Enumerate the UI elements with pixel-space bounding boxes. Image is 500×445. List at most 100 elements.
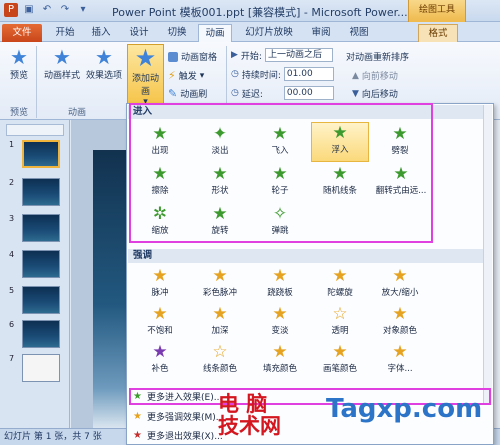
more-entrance-effects[interactable]: ★ 更多进入效果(E)... <box>133 390 222 403</box>
tab-slideshow[interactable]: 幻灯片放映 <box>240 24 298 42</box>
effect-desaturate[interactable]: ★ 不饱和 <box>133 304 187 340</box>
effect-wipe[interactable]: ★ 擦除 <box>133 164 187 200</box>
slide-preview <box>22 178 60 206</box>
effect-darken[interactable]: ★ 加深 <box>193 304 247 340</box>
effect-object-color[interactable]: ★ 对象颜色 <box>373 304 427 340</box>
watermark-logo: 电 脑 技术网 <box>218 393 281 437</box>
effect-brush-color[interactable]: ★ 画笔颜色 <box>313 342 367 378</box>
more-emphasis-effects[interactable]: ★ 更多强调效果(M)... <box>133 410 224 423</box>
trigger-button[interactable]: ⚡ 触发 ▾ <box>168 69 204 82</box>
effect-transparency[interactable]: ☆ 透明 <box>313 304 367 340</box>
effect-options-button[interactable]: ★ 效果选项 <box>84 46 124 81</box>
customize-qat-icon[interactable]: ▾ <box>76 3 90 17</box>
star-icon: ★ <box>152 342 168 362</box>
duration-label: 持续时间: <box>241 70 281 81</box>
effect-font-color[interactable]: ★ 字体... <box>373 342 427 378</box>
animation-style-label: 动画样式 <box>43 71 80 81</box>
effect-label: 翻转式由远... <box>375 186 427 196</box>
slide-preview <box>22 320 60 348</box>
effect-label: 放大/缩小 <box>381 288 419 298</box>
effect-bounce[interactable]: ✧ 弹跳 <box>253 204 307 240</box>
tab-file[interactable]: 文件 <box>2 24 42 42</box>
divider <box>36 46 37 118</box>
effect-fade[interactable]: ✦ 淡出 <box>193 124 247 160</box>
slide-thumbnail[interactable]: 3 <box>6 214 64 244</box>
slide-thumbnail[interactable]: 7 <box>6 354 64 384</box>
effect-label: 轮子 <box>271 186 289 196</box>
effect-fill-color[interactable]: ★ 填充颜色 <box>253 342 307 378</box>
slide-thumbnail[interactable]: 2 <box>6 178 64 208</box>
slide-thumbnail[interactable]: 5 <box>6 286 64 316</box>
clock-icon: ◷ <box>231 88 239 98</box>
effect-wheel[interactable]: ★ 轮子 <box>253 164 307 200</box>
animation-style-button[interactable]: ★ 动画样式 <box>42 46 82 81</box>
effect-grow-shrink[interactable]: ★ 放大/缩小 <box>373 266 427 302</box>
effect-shape[interactable]: ★ 形状 <box>193 164 247 200</box>
effect-spin[interactable]: ★ 陀螺旋 <box>313 266 367 302</box>
slide-number: 1 <box>9 140 15 149</box>
move-later-label: 向后移动 <box>361 90 398 100</box>
save-icon[interactable]: ▣ <box>22 3 36 17</box>
effect-line-color[interactable]: ☆ 线条颜色 <box>193 342 247 378</box>
star-icon: ★ <box>392 266 408 286</box>
slide-thumbnail[interactable]: 1 <box>6 140 64 170</box>
effect-split[interactable]: ★ 劈裂 <box>373 124 427 160</box>
effect-teeter[interactable]: ★ 跷跷板 <box>253 266 307 302</box>
start-select[interactable]: 上一动画之后 <box>264 48 333 62</box>
delay-input[interactable]: 00.00 <box>283 86 334 100</box>
group-label-preview: 预览 <box>10 108 29 118</box>
slide-thumbnail[interactable]: 4 <box>6 250 64 280</box>
effect-label: 出现 <box>151 146 169 156</box>
add-animation-button[interactable]: ★ 添加动画 ▾ <box>127 44 164 107</box>
undo-icon[interactable]: ↶ <box>40 3 54 17</box>
slide-preview <box>22 140 60 168</box>
star-icon: ★ <box>393 164 409 184</box>
redo-icon[interactable]: ↷ <box>58 3 72 17</box>
slide-thumbnail[interactable]: 6 <box>6 320 64 350</box>
tab-design[interactable]: 设计 <box>124 24 154 42</box>
preview-button[interactable]: ★ 预览 <box>6 46 32 81</box>
lightning-icon: ⚡ <box>168 69 176 82</box>
effect-pulse[interactable]: ★ 脉冲 <box>133 266 187 302</box>
tab-animations[interactable]: 动画 <box>198 24 232 42</box>
slide-number: 5 <box>9 286 15 295</box>
effect-zoom[interactable]: ✲ 缩放 <box>133 204 187 240</box>
slides-outline-tabs[interactable] <box>6 124 64 136</box>
effect-grow-turn[interactable]: ★ 翻转式由远... <box>371 164 431 200</box>
star-icon: ★ <box>133 430 142 441</box>
star-icon: ★ <box>212 164 228 184</box>
tab-insert[interactable]: 插入 <box>86 24 116 42</box>
star-icon: ★ <box>152 304 168 324</box>
slide-number: 6 <box>9 320 15 329</box>
animation-painter-button[interactable]: ✎ 动画刷 <box>168 87 207 100</box>
move-later-button[interactable]: ▼ 向后移动 <box>352 87 398 101</box>
effect-color-pulse[interactable]: ★ 彩色脉冲 <box>193 266 247 302</box>
effect-swivel[interactable]: ★ 旋转 <box>193 204 247 240</box>
tab-review[interactable]: 审阅 <box>306 24 336 42</box>
effect-float-in[interactable]: ★ 浮入 <box>311 122 369 162</box>
tab-home[interactable]: 开始 <box>50 24 80 42</box>
star-icon: ★ <box>272 304 288 324</box>
effect-appear[interactable]: ★ 出现 <box>133 124 187 160</box>
effect-fly-in[interactable]: ★ 飞入 <box>253 124 307 160</box>
play-icon: ▶ <box>231 50 238 60</box>
chevron-down-icon: ▾ <box>199 70 205 81</box>
duration-input[interactable]: 01.00 <box>283 67 334 81</box>
more-exit-effects[interactable]: ★ 更多退出效果(X)... <box>133 429 223 442</box>
slides-pane: 1 2 3 4 5 6 7 <box>0 120 70 428</box>
animation-pane-button[interactable]: 动画窗格 <box>168 50 217 63</box>
gallery-scrollbar[interactable] <box>483 105 492 405</box>
effect-complementary-color[interactable]: ★ 补色 <box>133 342 187 378</box>
tab-transitions[interactable]: 切换 <box>162 24 192 42</box>
tab-view[interactable]: 视图 <box>344 24 374 42</box>
tab-format[interactable]: 格式 <box>418 24 458 42</box>
star-icon: ☆ <box>332 304 348 324</box>
effect-random-bars[interactable]: ★ 随机线条 <box>313 164 367 200</box>
star-icon: ✧ <box>272 204 288 224</box>
star-icon: ★ <box>212 266 228 286</box>
move-earlier-button[interactable]: ▲ 向前移动 <box>352 69 398 83</box>
effect-label: 弹跳 <box>271 226 289 236</box>
effect-lighten[interactable]: ★ 变淡 <box>253 304 307 340</box>
effect-label: 飞入 <box>271 146 289 156</box>
star-icon: ★ <box>272 342 288 362</box>
